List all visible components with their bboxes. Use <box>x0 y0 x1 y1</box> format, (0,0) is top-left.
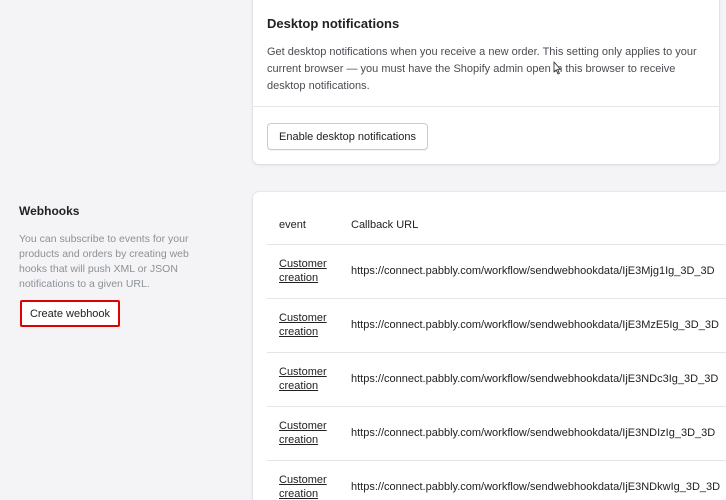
event-link[interactable]: Customer creation <box>279 257 329 285</box>
webhooks-table-card: event Callback URL Customer creation htt… <box>253 192 726 500</box>
desktop-notifications-description: Get desktop notifications when you recei… <box>267 46 697 92</box>
callback-url: https://connect.pabbly.com/workflow/send… <box>351 319 719 331</box>
callback-url: https://connect.pabbly.com/workflow/send… <box>351 265 715 277</box>
column-header-event: event <box>267 206 339 245</box>
table-row: Customer creation https://connect.pabbly… <box>267 244 726 299</box>
enable-desktop-notifications-button[interactable]: Enable desktop notifications <box>267 123 428 150</box>
desktop-notifications-card: Desktop notifications Get desktop notifi… <box>253 0 719 164</box>
callback-url: https://connect.pabbly.com/workflow/send… <box>351 373 719 385</box>
webhooks-section-description: You can subscribe to events for your pro… <box>19 233 189 290</box>
table-row: Customer creation https://connect.pabbly… <box>267 406 726 461</box>
table-row: Customer creation https://connect.pabbly… <box>267 460 726 500</box>
create-webhook-button[interactable]: Create webhook <box>20 300 120 327</box>
webhooks-section-title: Webhooks <box>19 204 80 218</box>
webhooks-table: event Callback URL Customer creation htt… <box>267 206 726 500</box>
callback-url: https://connect.pabbly.com/workflow/send… <box>351 481 721 493</box>
table-header-row: event Callback URL <box>267 206 726 245</box>
event-link[interactable]: Customer creation <box>279 365 329 393</box>
event-link[interactable]: Customer creation <box>279 311 329 339</box>
desktop-notifications-title: Desktop notifications <box>267 16 400 31</box>
event-link[interactable]: Customer creation <box>279 419 329 447</box>
column-header-callback-url: Callback URL <box>339 206 726 245</box>
table-row: Customer creation https://connect.pabbly… <box>267 352 726 407</box>
table-row: Customer creation https://connect.pabbly… <box>267 298 726 353</box>
event-link[interactable]: Customer creation <box>279 473 329 500</box>
divider <box>253 106 719 107</box>
text-cursor-icon <box>553 61 561 75</box>
callback-url: https://connect.pabbly.com/workflow/send… <box>351 427 716 439</box>
